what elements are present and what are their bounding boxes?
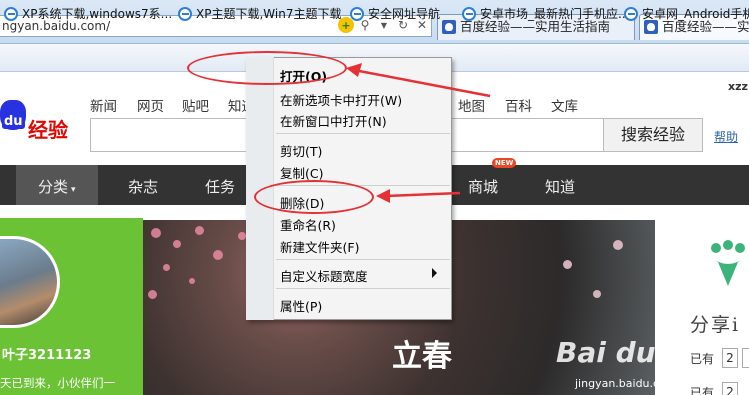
screenshot-root: ngyan.baidu.com/ + ⚲ ▼ ↻ ✕ 百度经验——实用生活指南 …: [0, 0, 749, 395]
annotation-arrow-open: [346, 63, 491, 98]
annotation-arrow-delete: [376, 189, 461, 203]
annotation-arrows: [346, 63, 491, 203]
